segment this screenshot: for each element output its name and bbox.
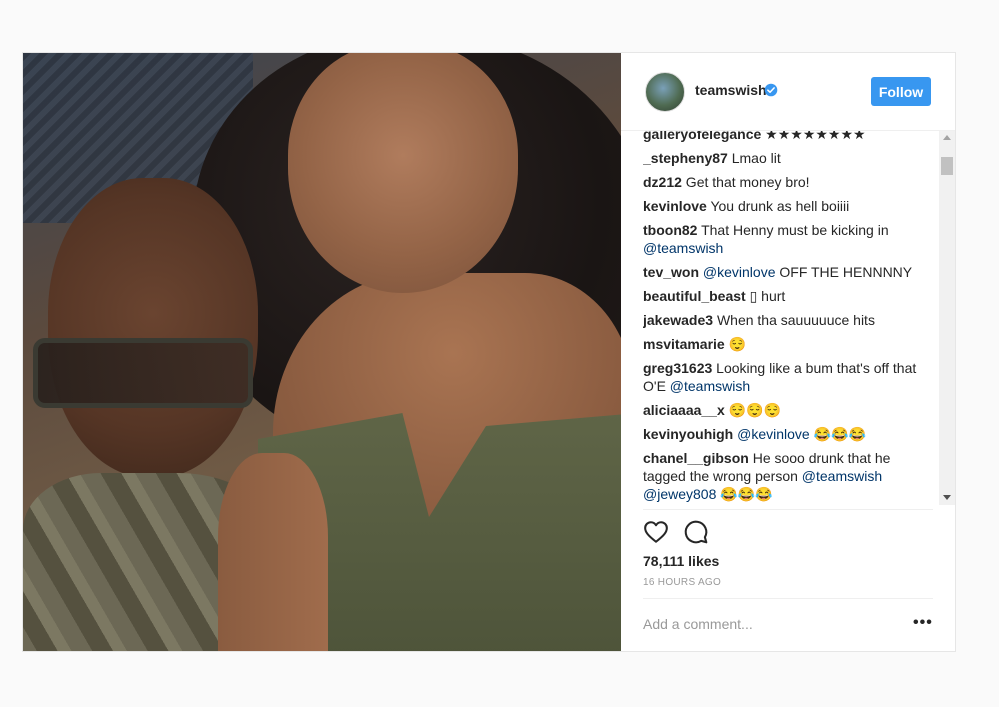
comment-item: beautiful_beast ▯ hurt <box>643 287 933 305</box>
likes-count[interactable]: 78,111 likes <box>643 553 719 569</box>
divider <box>643 598 933 599</box>
comment-text: 😂😂😂 <box>716 486 773 502</box>
comments-scrollbar[interactable] <box>939 131 955 505</box>
comment-item: tev_won @kevinlove OFF THE HENNNNY <box>643 263 933 281</box>
username-link[interactable]: teamswish <box>695 82 767 98</box>
post-photo[interactable] <box>23 53 621 651</box>
comment-username[interactable]: galleryofelegance <box>643 131 761 142</box>
comment-text: Get that money bro! <box>681 174 810 190</box>
comment-text: When tha sauuuuuce hits <box>713 312 875 328</box>
post-card: teamswish Follow galleryofelegance ★★★★★… <box>22 52 956 652</box>
comment-text: ★★★★★★★★ <box>765 131 866 142</box>
comment-text: 😌😌😌 <box>724 402 781 418</box>
comment-item: dz212 Get that money bro! <box>643 173 933 191</box>
scroll-down-icon[interactable] <box>943 495 951 500</box>
comment-item: galleryofelegance ★★★★★★★★ <box>643 131 933 143</box>
comment-text: 😂😂😂 <box>809 426 866 442</box>
photo-sunglasses <box>33 338 253 408</box>
post-sidebar: teamswish Follow galleryofelegance ★★★★★… <box>621 53 955 651</box>
comment-item: msvitamarie 😌 <box>643 335 933 353</box>
comment-item: kevinyouhigh @kevinlove 😂😂😂 <box>643 425 933 443</box>
verified-badge-icon <box>764 83 778 97</box>
comment-text: ▯ hurt <box>745 288 786 304</box>
comment-item: aliciaaaa__x 😌😌😌 <box>643 401 933 419</box>
post-header: teamswish Follow <box>621 53 955 131</box>
comment-username[interactable]: dz212 <box>643 174 682 190</box>
divider <box>643 509 933 510</box>
comment-mention[interactable]: @kevinlove <box>737 426 810 442</box>
comment-bubble-icon[interactable] <box>683 519 709 545</box>
heart-icon[interactable] <box>643 519 669 545</box>
photo-arm <box>218 453 328 651</box>
comment-username[interactable]: kevinyouhigh <box>643 426 733 442</box>
comment-username[interactable]: greg31623 <box>643 360 712 376</box>
comment-mention[interactable]: @teamswish <box>670 378 750 394</box>
scroll-up-icon[interactable] <box>943 135 951 140</box>
comment-item: jakewade3 When tha sauuuuuce hits <box>643 311 933 329</box>
comment-item: greg31623 Looking like a bum that's off … <box>643 359 933 395</box>
comment-username[interactable]: tev_won <box>643 264 699 280</box>
comment-item: chanel__gibson He sooo drunk that he tag… <box>643 449 933 503</box>
photo-woman-face <box>288 53 518 293</box>
comment-text: That Henny must be kicking in <box>697 222 889 238</box>
comment-mention[interactable]: @kevinlove <box>703 264 776 280</box>
comment-username[interactable]: kevinlove <box>643 198 707 214</box>
add-comment-input[interactable] <box>643 615 893 633</box>
comment-item: tboon82 That Henny must be kicking in @t… <box>643 221 933 257</box>
more-options-button[interactable]: ••• <box>913 614 933 632</box>
photo-man-head <box>48 178 258 478</box>
comment-username[interactable]: beautiful_beast <box>643 288 746 304</box>
comment-text: 😌 <box>724 336 747 352</box>
comment-text: Lmao lit <box>727 150 781 166</box>
comment-text: OFF THE HENNNNY <box>775 264 913 280</box>
comment-list: galleryofelegance ★★★★★★★★ _stepheny87 Lm… <box>643 131 939 505</box>
comment-text: You drunk as hell boiiii <box>706 198 850 214</box>
comment-username[interactable]: chanel__gibson <box>643 450 749 466</box>
comment-username[interactable]: _stepheny87 <box>643 150 728 166</box>
scroll-thumb[interactable] <box>941 157 953 175</box>
comment-username[interactable]: jakewade3 <box>643 312 713 328</box>
post-timestamp[interactable]: 16 HOURS AGO <box>643 577 721 588</box>
comment-username[interactable]: tboon82 <box>643 222 697 238</box>
avatar[interactable] <box>645 72 685 112</box>
follow-button[interactable]: Follow <box>871 77 931 106</box>
comment-username[interactable]: aliciaaaa__x <box>643 402 725 418</box>
comment-item: kevinlove You drunk as hell boiiii <box>643 197 933 215</box>
comment-mention[interactable]: @teamswish <box>643 240 723 256</box>
comment-username[interactable]: msvitamarie <box>643 336 725 352</box>
comment-item: _stepheny87 Lmao lit <box>643 149 933 167</box>
